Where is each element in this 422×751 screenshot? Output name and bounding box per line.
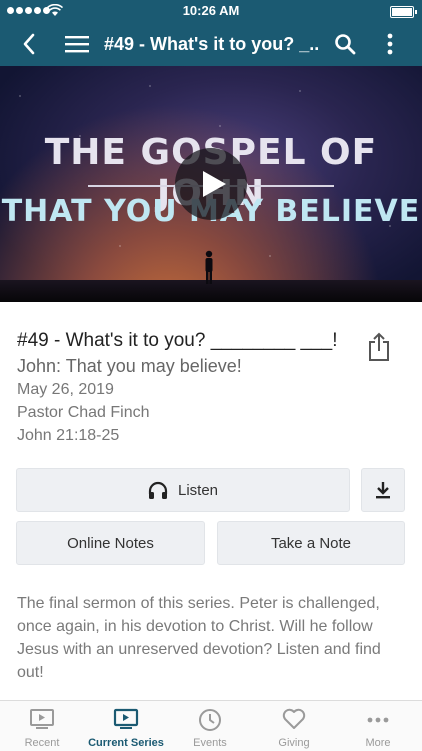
menu-button[interactable] bbox=[62, 22, 92, 66]
tab-label: Giving bbox=[278, 737, 310, 749]
status-time: 10:26 AM bbox=[182, 3, 240, 18]
play-button[interactable] bbox=[175, 148, 247, 220]
tab-label: More bbox=[365, 737, 391, 749]
tab-more[interactable]: More bbox=[336, 701, 420, 751]
online-notes-button[interactable]: Online Notes bbox=[16, 521, 205, 565]
sermon-title: #49 - What's it to you? ________ ___! bbox=[17, 330, 338, 351]
play-screen-icon bbox=[113, 708, 139, 729]
nav-title: #49 - What's it to you? _... bbox=[104, 34, 319, 54]
more-options-button[interactable] bbox=[376, 22, 404, 66]
download-button[interactable] bbox=[361, 468, 405, 512]
chevron-left-icon bbox=[23, 33, 35, 55]
tab-bar: Recent Current Series Events Giving More bbox=[0, 700, 422, 751]
series-name: John: That you may believe! bbox=[17, 356, 242, 376]
tab-label: Current Series bbox=[88, 737, 164, 749]
battery-icon bbox=[390, 6, 417, 18]
take-a-note-button[interactable]: Take a Note bbox=[217, 521, 405, 565]
tab-events[interactable]: Events bbox=[168, 701, 252, 751]
silhouette-figure bbox=[205, 250, 213, 284]
heart-icon bbox=[282, 708, 306, 729]
sermon-date: May 26, 2019 bbox=[17, 381, 114, 398]
play-screen-icon bbox=[30, 709, 54, 729]
sermon-speaker: Pastor Chad Finch bbox=[17, 404, 150, 421]
status-bar: 10:26 AM bbox=[0, 0, 422, 22]
tab-giving[interactable]: Giving bbox=[252, 701, 336, 751]
clock-icon bbox=[199, 709, 221, 731]
tab-recent[interactable]: Recent bbox=[0, 701, 84, 751]
play-icon bbox=[203, 171, 226, 197]
tab-label: Events bbox=[193, 737, 227, 749]
hamburger-icon bbox=[65, 36, 89, 53]
tab-label: Recent bbox=[24, 737, 60, 749]
sermon-artwork[interactable]: THE GOSPEL OF JOHN THAT YOU MAY BELIEVE bbox=[0, 66, 422, 302]
scripture-reference: John 21:18-25 bbox=[17, 427, 120, 444]
search-button[interactable] bbox=[330, 22, 360, 66]
sermon-description: The final sermon of this series. Peter i… bbox=[17, 595, 381, 681]
ellipsis-icon bbox=[367, 717, 389, 723]
headphones-icon bbox=[148, 481, 168, 499]
listen-button[interactable]: Listen bbox=[16, 468, 350, 512]
back-button[interactable] bbox=[14, 22, 44, 66]
search-icon bbox=[335, 34, 356, 55]
more-vertical-icon bbox=[387, 33, 393, 55]
download-icon bbox=[376, 482, 390, 499]
tab-current-series[interactable]: Current Series bbox=[84, 701, 168, 751]
nav-bar: #49 - What's it to you? _... bbox=[0, 22, 422, 66]
listen-label: Listen bbox=[177, 481, 219, 499]
